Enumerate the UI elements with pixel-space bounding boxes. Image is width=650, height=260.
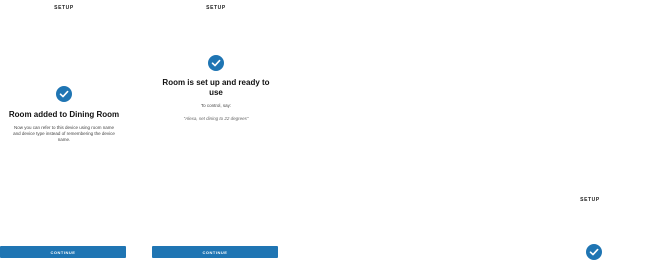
voice-command-example: "Alexa, set dining to 22 degrees" [183,116,249,121]
setup-header: SETUP [206,5,226,11]
setup-screen-partial: SETUP [530,0,650,260]
setup-screen-room-ready: SETUP Room is set up and ready to use To… [152,0,280,259]
screen-description: Now you can refer to this device using r… [13,125,115,143]
continue-button[interactable]: CONTINUE [152,246,278,258]
screen-title: Room added to Dining Room [8,110,120,119]
setup-header: SETUP [580,197,600,203]
screen-description: To control, say: [200,103,232,108]
screen-title: Room is set up and ready to use [162,78,270,97]
setup-header: SETUP [54,5,74,11]
setup-screen-room-added: SETUP Room added to Dining Room Now you … [0,0,128,259]
check-circle-icon [586,244,602,260]
continue-button[interactable]: CONTINUE [0,246,126,258]
check-circle-icon [208,55,224,71]
check-circle-icon [56,86,72,102]
